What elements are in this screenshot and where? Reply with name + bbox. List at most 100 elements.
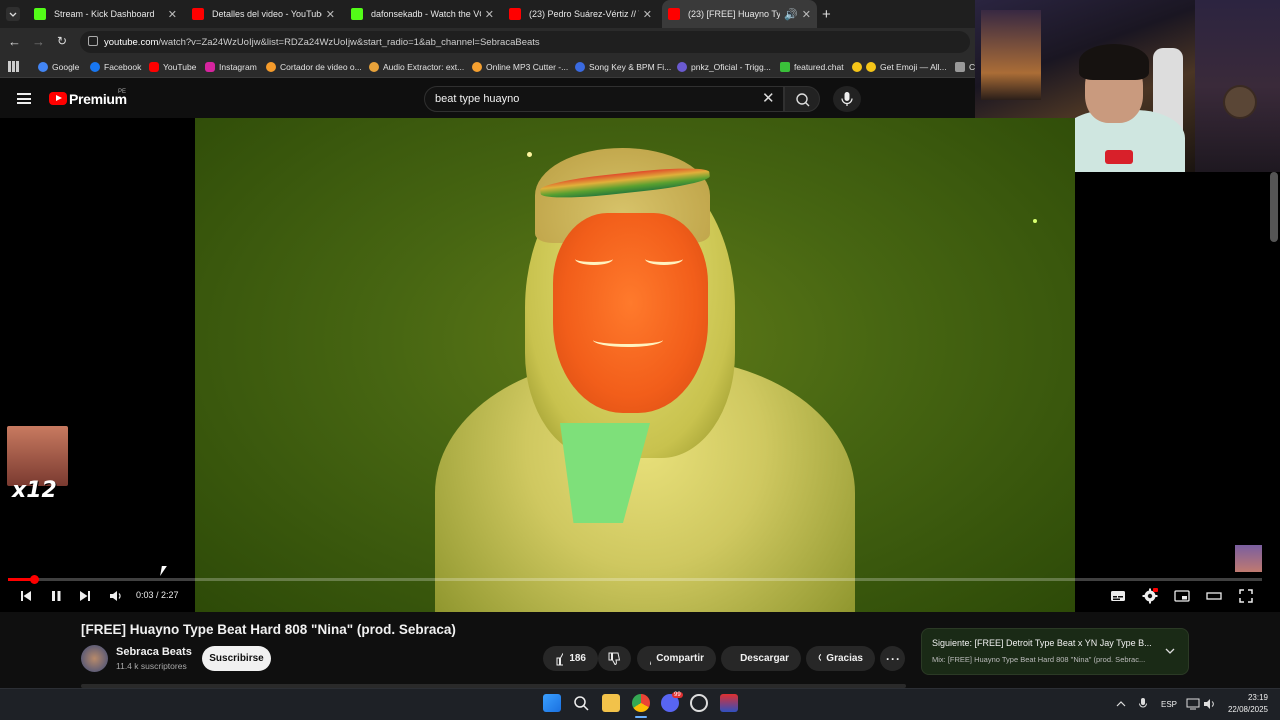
app-icon bbox=[369, 62, 379, 72]
volume-button[interactable] bbox=[106, 588, 126, 604]
tab-youtube-huayno[interactable]: (23) [FREE] Huayno Type Be 🔊 ✕ bbox=[662, 0, 817, 28]
reload-icon[interactable]: ↻ bbox=[57, 34, 67, 48]
thumbs-down-icon bbox=[608, 652, 621, 665]
bookmark-google[interactable]: Google bbox=[38, 60, 79, 74]
speaker-icon[interactable]: 🔊 bbox=[784, 8, 798, 21]
progress-bar[interactable] bbox=[8, 578, 1262, 581]
theater-mode-button[interactable] bbox=[1204, 588, 1224, 604]
search-input[interactable]: beat type huayno bbox=[424, 86, 784, 112]
emoji-icon bbox=[866, 62, 876, 72]
previous-button[interactable] bbox=[16, 588, 36, 604]
app-icon[interactable] bbox=[720, 694, 738, 712]
share-button[interactable]: Compartir bbox=[637, 646, 716, 671]
webcam-person-hair bbox=[1079, 44, 1149, 80]
search-button[interactable] bbox=[784, 86, 820, 112]
tab-kick-vod[interactable]: dafonsekadb - Watch the VOD ✕ bbox=[345, 0, 500, 28]
close-icon[interactable]: ✕ bbox=[802, 8, 811, 21]
forward-icon[interactable]: → bbox=[32, 34, 45, 49]
chevron-up-icon[interactable] bbox=[1116, 700, 1126, 708]
miniplayer-button[interactable] bbox=[1172, 588, 1192, 604]
settings-button[interactable] bbox=[1140, 588, 1160, 604]
volume-icon bbox=[110, 591, 121, 601]
chevron-down-icon[interactable] bbox=[1164, 646, 1176, 656]
voice-search-button[interactable] bbox=[833, 86, 861, 112]
dislike-button[interactable] bbox=[598, 646, 631, 671]
subscribe-button[interactable]: Suscribirse bbox=[202, 646, 271, 671]
bookmark-get-emoji[interactable]: Get Emoji — All... bbox=[852, 60, 947, 74]
channel-avatar[interactable] bbox=[81, 645, 108, 672]
bookmark-audio-extractor[interactable]: Audio Extractor: ext... bbox=[369, 60, 464, 74]
new-tab-button[interactable]: + bbox=[822, 6, 831, 23]
close-icon[interactable]: ✕ bbox=[485, 8, 494, 21]
menu-icon[interactable] bbox=[17, 93, 31, 104]
bookmark-pnkz[interactable]: pnkz_Oficial - Trigg... bbox=[677, 60, 771, 74]
skip-next-icon bbox=[80, 591, 90, 601]
bookmark-mp3-cutter[interactable]: Online MP3 Cutter -... bbox=[472, 60, 568, 74]
close-icon[interactable]: ✕ bbox=[326, 8, 335, 21]
app-icon[interactable] bbox=[690, 694, 708, 712]
apps-grid-icon[interactable] bbox=[8, 61, 19, 72]
active-app-indicator bbox=[635, 716, 647, 718]
windows-start-icon[interactable] bbox=[543, 694, 561, 712]
bookmark-featured-chat[interactable]: featured.chat bbox=[780, 60, 844, 74]
channel-watermark[interactable] bbox=[1235, 545, 1262, 572]
volume-icon[interactable] bbox=[1203, 698, 1217, 710]
search-icon[interactable] bbox=[572, 694, 590, 712]
mask-eye-right bbox=[645, 253, 683, 265]
bookmark-youtube[interactable]: YouTube bbox=[149, 60, 196, 74]
close-icon[interactable]: ✕ bbox=[643, 8, 652, 21]
network-icon[interactable] bbox=[1186, 698, 1200, 710]
youtube-logo-icon[interactable] bbox=[49, 92, 67, 105]
close-icon[interactable]: ✕ bbox=[168, 8, 177, 21]
discord-badge: 99 bbox=[672, 692, 683, 698]
video-frame[interactable] bbox=[195, 118, 1075, 612]
app-icon bbox=[955, 62, 965, 72]
up-next-card[interactable] bbox=[921, 628, 1189, 675]
clock-time[interactable]: 23:19 bbox=[1240, 693, 1268, 702]
download-button[interactable]: Descargar bbox=[721, 646, 801, 671]
up-next-title[interactable]: Siguiente: [FREE] Detroit Type Beat x YN… bbox=[932, 638, 1152, 648]
app-icon bbox=[472, 62, 482, 72]
bookmark-facebook[interactable]: Facebook bbox=[90, 60, 141, 74]
subtitles-button[interactable] bbox=[1108, 588, 1128, 604]
fullscreen-icon bbox=[1239, 589, 1253, 603]
tab-kick-dashboard[interactable]: Stream - Kick Dashboard ✕ bbox=[28, 0, 183, 28]
chrome-icon[interactable] bbox=[632, 694, 650, 712]
fullscreen-button[interactable] bbox=[1236, 588, 1256, 604]
tab-label: (23) Pedro Suárez-Vértiz // Tall bbox=[529, 9, 639, 19]
site-info-icon[interactable] bbox=[88, 36, 98, 46]
bookmark-more[interactable]: C bbox=[955, 60, 975, 74]
clear-search-icon[interactable]: ✕ bbox=[762, 89, 775, 107]
bookmark-instagram[interactable]: Instagram bbox=[205, 60, 257, 74]
tab-label: dafonsekadb - Watch the VOD bbox=[371, 9, 481, 19]
url-path: /watch?v=Za24WzUoIjw&list=RDZa24WzUoIjw&… bbox=[158, 36, 540, 48]
pause-button[interactable] bbox=[46, 588, 66, 604]
url-domain: youtube.com bbox=[104, 36, 159, 48]
next-button[interactable] bbox=[75, 588, 95, 604]
microphone-icon[interactable] bbox=[1138, 697, 1148, 711]
microphone-icon bbox=[841, 92, 853, 106]
youtube-icon bbox=[509, 8, 521, 20]
file-explorer-icon[interactable] bbox=[602, 694, 620, 712]
page-scrollbar[interactable] bbox=[1270, 172, 1278, 242]
bookmark-cortador[interactable]: Cortador de video o... bbox=[266, 60, 362, 74]
tab-list-dropdown-button[interactable] bbox=[6, 7, 20, 21]
time-display: 0:03 / 2:27 bbox=[136, 590, 179, 600]
progress-scrubber[interactable] bbox=[30, 575, 39, 584]
tab-youtube-studio[interactable]: Detalles del video - YouTube St ✕ bbox=[186, 0, 341, 28]
app-icon bbox=[575, 62, 585, 72]
input-language[interactable]: ESP bbox=[1161, 700, 1177, 709]
pause-icon bbox=[52, 591, 61, 601]
instagram-icon bbox=[205, 62, 215, 72]
back-icon[interactable]: ← bbox=[8, 34, 21, 49]
theater-icon bbox=[1206, 592, 1222, 600]
bookmark-song-key[interactable]: Song Key & BPM Fi... bbox=[575, 60, 671, 74]
clock-date[interactable]: 22/08/2025 bbox=[1222, 705, 1268, 714]
more-actions-button[interactable]: ··· bbox=[880, 646, 905, 671]
url-field[interactable]: youtube.com/watch?v=Za24WzUoIjw&list=RDZ… bbox=[80, 31, 970, 53]
app-icon bbox=[266, 62, 276, 72]
tab-youtube-pedro[interactable]: (23) Pedro Suárez-Vértiz // Tall ✕ bbox=[503, 0, 658, 28]
like-button[interactable]: 186 bbox=[543, 646, 598, 671]
channel-name[interactable]: Sebraca Beats bbox=[116, 646, 192, 658]
thanks-button[interactable]: $ Gracias bbox=[806, 646, 875, 671]
